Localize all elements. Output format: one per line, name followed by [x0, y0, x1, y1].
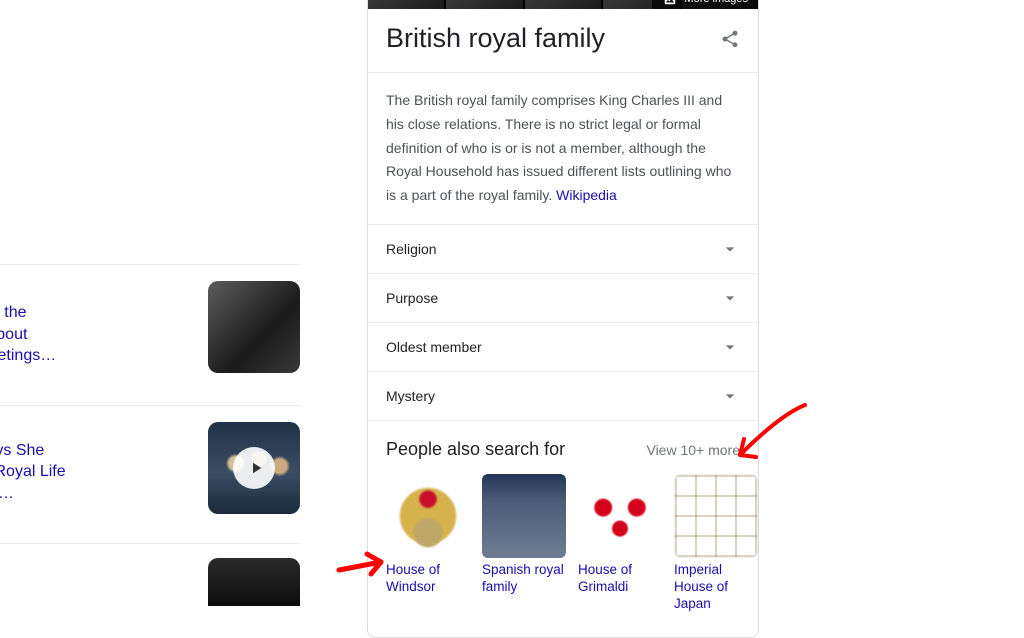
chevron-down-icon [720, 337, 740, 357]
people-also-search-for: People also search for View 10+ more Hou… [368, 421, 758, 637]
pasf-thumbnail [578, 474, 662, 558]
pasf-thumbnail [674, 474, 758, 558]
story-thumbnail[interactable] [208, 558, 300, 606]
more-images-label: More images [684, 0, 748, 5]
pasf-label: House of Windsor [386, 562, 470, 596]
chevron-down-icon [720, 288, 740, 308]
kp-accordion-label: Oldest member [386, 339, 482, 355]
pasf-label: House of Grimaldi [578, 562, 662, 596]
pasf-thumbnail [386, 474, 470, 558]
kp-accordion-mystery[interactable]: Mystery [368, 372, 758, 421]
story-source: FAIR [0, 281, 190, 298]
kp-accordion-label: Mystery [386, 388, 435, 404]
kp-accordion-label: Purpose [386, 290, 438, 306]
story-title[interactable]: y & Meghan, the Opens Up About n's Early… [0, 302, 190, 367]
pasf-label: Spanish royal family [482, 562, 566, 596]
kp-title: British royal family [386, 23, 605, 54]
pasf-thumbnail [482, 474, 566, 558]
pasf-label: Imperial House of Japan [674, 562, 758, 613]
pasf-item-spanish[interactable]: Spanish royal family [482, 474, 566, 613]
story-age: go [0, 377, 190, 391]
story-card[interactable]: le.com n Markle Says She d Reality of Ro… [0, 406, 300, 544]
kp-accordion-label: Religion [386, 241, 437, 257]
knowledge-panel: More images British royal family The Bri… [367, 0, 759, 638]
chevron-down-icon [720, 239, 740, 259]
pasf-item-japan[interactable]: Imperial House of Japan [674, 474, 758, 613]
pasf-view-more-link[interactable]: View 10+ more [646, 442, 740, 458]
search-results-column: ng the … review FAIR y & Meghan, the Ope… [0, 0, 300, 606]
story-age: go [0, 515, 190, 529]
kp-source-link[interactable]: Wikipedia [556, 187, 617, 203]
kp-accordion-religion[interactable]: Religion [368, 225, 758, 274]
more-images-button[interactable]: More images [652, 0, 758, 9]
chevron-down-icon [720, 386, 740, 406]
share-button[interactable] [720, 29, 740, 49]
story-card[interactable]: FAIR y & Meghan, the Opens Up About n's … [0, 265, 300, 406]
image-icon [662, 0, 678, 6]
pasf-item-grimaldi[interactable]: House of Grimaldi [578, 474, 662, 613]
kp-accordion-purpose[interactable]: Purpose [368, 274, 758, 323]
story-source: le.com [0, 422, 190, 436]
story-title[interactable]: n Markle Says She d Reality of Royal Lif… [0, 440, 190, 505]
story-card[interactable]: NEWS [0, 558, 300, 606]
pasf-item-windsor[interactable]: House of Windsor [386, 474, 470, 613]
story-thumbnail[interactable] [208, 281, 300, 373]
top-stories-heading[interactable]: review [0, 226, 300, 264]
share-icon [720, 29, 740, 49]
kp-accordion-oldest[interactable]: Oldest member [368, 323, 758, 372]
play-icon[interactable] [233, 447, 275, 489]
story-thumbnail[interactable] [208, 422, 300, 514]
kp-description: The British royal family comprises King … [368, 73, 758, 225]
pasf-heading: People also search for [386, 439, 565, 460]
result-snippet-fragment: ng the … [0, 0, 300, 46]
